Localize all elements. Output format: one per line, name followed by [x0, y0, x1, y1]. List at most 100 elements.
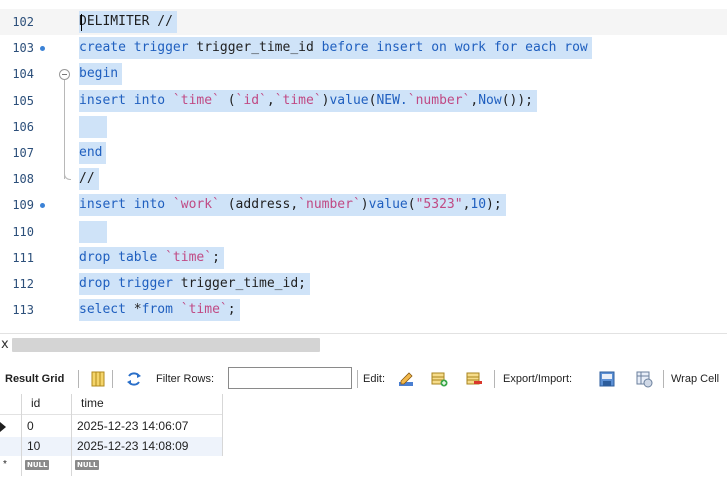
fold-guide-line	[64, 80, 65, 180]
null-badge-time[interactable]: NULL	[75, 460, 100, 470]
sql-editor[interactable]: 102 DELIMITER // 103 create trigger trigger…	[0, 0, 727, 333]
code-token: (	[219, 92, 236, 108]
column-header-id[interactable]: id	[31, 394, 40, 413]
code-token: )	[360, 197, 369, 213]
code-token: insert into	[79, 92, 173, 108]
code-text: drop table `time`;	[79, 246, 224, 269]
code-token: ;	[227, 302, 236, 318]
row-header	[0, 417, 20, 436]
current-row-marker-icon	[0, 422, 6, 432]
close-icon[interactable]: x	[1, 337, 9, 352]
code-token: drop table	[79, 249, 166, 265]
code-token: trigger_time_id;	[180, 276, 306, 291]
column-separator	[71, 394, 72, 476]
editor-line[interactable]: 108 //	[0, 166, 727, 192]
code-token: drop trigger	[79, 276, 181, 291]
code-token: `work`	[172, 197, 220, 213]
column-separator	[21, 394, 22, 476]
editor-line[interactable]: 113 select *from `time`;	[0, 297, 727, 323]
toolbar-separator	[78, 370, 79, 388]
edit-label: Edit:	[363, 373, 386, 385]
line-number: 106	[12, 119, 34, 134]
delete-row-icon[interactable]	[465, 370, 483, 388]
editor-line[interactable]: 102 DELIMITER //	[0, 9, 727, 35]
code-token: DELIMITER //	[79, 14, 173, 29]
line-number: 113	[12, 303, 34, 318]
toolbar-separator	[357, 370, 358, 388]
cell-time[interactable]: 2025-12-23 14:08:09	[77, 437, 188, 456]
code-token: "5323"	[415, 197, 463, 213]
code-token: *	[133, 302, 142, 318]
refresh-icon[interactable]	[125, 370, 143, 388]
row-header	[0, 437, 20, 456]
code-token: (	[407, 197, 416, 213]
grid-header-row: id time	[0, 394, 223, 413]
editor-line[interactable]: 105 insert into `time` (`id`,`time`)value…	[0, 88, 727, 114]
code-text: create trigger trigger_time_id before in…	[79, 37, 592, 60]
code-text: drop trigger trigger_time_id;	[79, 273, 310, 295]
edit-pencil-icon[interactable]	[397, 370, 415, 388]
code-token: `number`	[407, 92, 471, 108]
line-number: 102	[12, 15, 34, 29]
code-token: (address,	[219, 197, 299, 213]
line-number: 108	[12, 172, 34, 187]
code-text: insert into `time` (`id`,`time`)value(NE…	[79, 89, 538, 112]
line-number: 109	[12, 198, 34, 213]
line-number: 103	[12, 41, 34, 56]
code-token: before insert on work for each row	[321, 40, 588, 56]
import-icon[interactable]	[635, 370, 653, 388]
row-header-corner	[0, 394, 20, 413]
editor-line[interactable]: 111 drop table `time`;	[0, 245, 727, 271]
editor-line[interactable]: 109 insert into `work` (address,`number`)…	[0, 192, 727, 218]
code-token: trigger_time_id	[196, 40, 322, 56]
wrap-cell-label[interactable]: Wrap Cell	[671, 366, 719, 392]
code-token: create trigger	[79, 40, 197, 56]
cell-time[interactable]: 2025-12-23 14:06:07	[77, 417, 188, 436]
filter-rows-label: Filter Rows:	[156, 373, 215, 385]
table-row[interactable]: 10 2025-12-23 14:08:09	[0, 437, 223, 456]
code-text: end	[79, 142, 107, 164]
code-token: `time`	[274, 92, 322, 108]
code-text: DELIMITER //	[79, 11, 177, 33]
code-token: `time`	[165, 249, 213, 265]
code-token: NEW.	[376, 92, 408, 108]
column-header-time[interactable]: time	[81, 394, 104, 413]
code-text	[79, 220, 107, 243]
statement-marker-icon[interactable]	[40, 203, 45, 209]
grid-view-icon[interactable]	[89, 370, 107, 388]
line-number: 112	[12, 277, 34, 291]
filter-rows-input[interactable]	[228, 367, 352, 389]
null-badge-id[interactable]: NULL	[25, 460, 50, 470]
editor-line[interactable]: 106	[0, 114, 727, 140]
cell-id[interactable]: 0	[27, 417, 34, 436]
horizontal-scrollbar-thumb[interactable]	[12, 338, 320, 352]
new-row-marker: *	[3, 459, 7, 470]
code-token: `time`	[172, 92, 220, 108]
line-number: 107	[12, 146, 34, 160]
line-number: 105	[12, 93, 34, 108]
editor-line[interactable]: 112 drop trigger trigger_time_id;	[0, 271, 727, 297]
code-token: );	[486, 197, 502, 213]
code-token: ());	[501, 92, 534, 108]
code-token: value	[368, 197, 408, 213]
code-token: end	[79, 145, 103, 160]
result-grid-tab[interactable]: Result Grid	[5, 366, 64, 392]
text-cursor	[81, 14, 82, 31]
export-import-label: Export/Import:	[503, 373, 573, 385]
add-row-icon[interactable]	[430, 370, 448, 388]
editor-line[interactable]: 104 begin	[0, 61, 727, 87]
toolbar-separator	[663, 370, 664, 388]
editor-line[interactable]: 103 create trigger trigger_time_id before…	[0, 35, 727, 61]
table-row[interactable]: 0 2025-12-23 14:06:07	[0, 417, 223, 436]
editor-line[interactable]: 110	[0, 219, 727, 245]
code-token: `id`	[235, 92, 267, 108]
row-header: *	[0, 456, 20, 475]
cell-id[interactable]: 10	[27, 437, 40, 456]
line-number: 110	[12, 224, 34, 239]
statement-marker-icon[interactable]	[40, 46, 45, 52]
new-row[interactable]: * NULL NULL	[0, 456, 223, 475]
editor-line[interactable]: 107 end	[0, 140, 727, 166]
export-icon[interactable]	[598, 370, 616, 388]
code-text: insert into `work` (address,`number`)val…	[79, 194, 506, 217]
code-token: begin	[79, 66, 119, 82]
